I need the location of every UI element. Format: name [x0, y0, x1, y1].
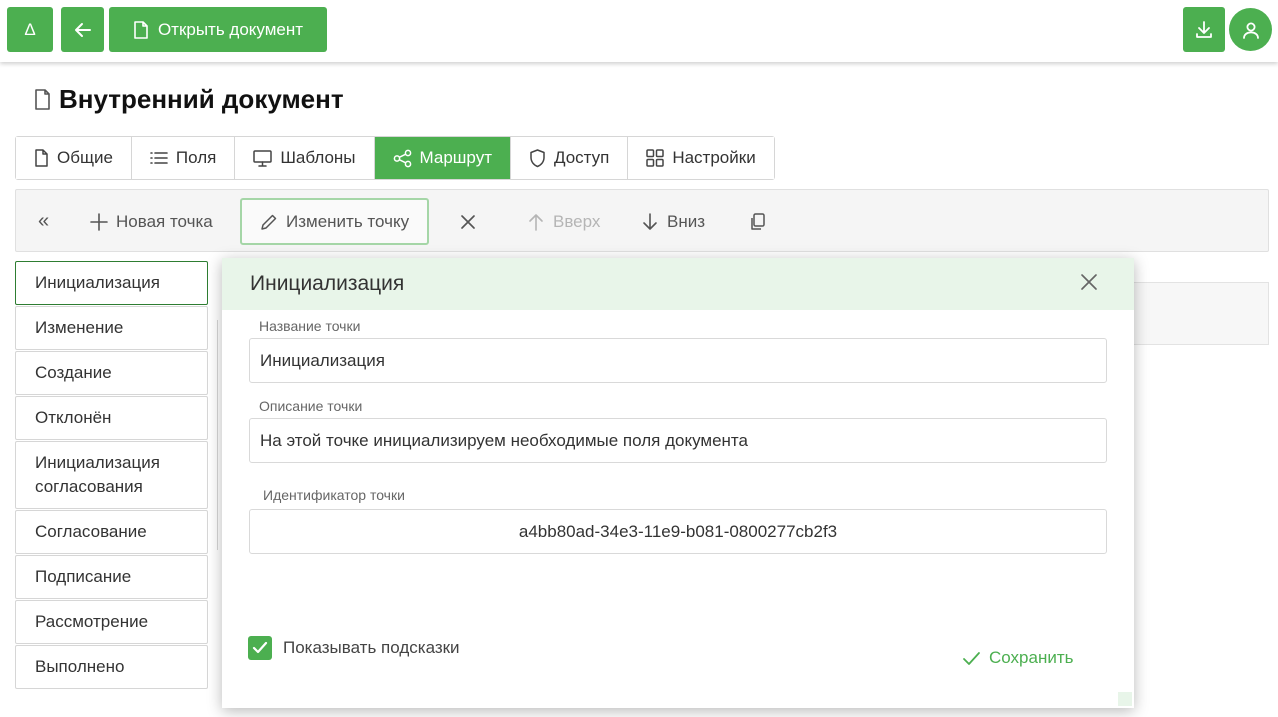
double-chevron-left-icon: «	[38, 210, 50, 232]
point-description-field[interactable]: На этой точке инициализируем необходимые…	[249, 418, 1107, 463]
delta-label: Δ	[24, 19, 36, 39]
point-name-label: Название точки	[259, 318, 361, 334]
open-document-label: Открыть документ	[157, 19, 304, 39]
plus-icon	[90, 212, 108, 231]
monitor-icon	[253, 149, 273, 167]
list-item[interactable]: Создание	[15, 351, 208, 395]
top-bar: Δ Открыть документ	[0, 0, 1278, 62]
point-description-label: Описание точки	[259, 398, 363, 414]
move-up-button[interactable]: Вверх	[527, 200, 600, 243]
tab-fields[interactable]: Поля	[131, 137, 236, 179]
save-label: Сохранить	[989, 648, 1074, 667]
page-title: Внутренний документ	[34, 84, 344, 115]
point-name-field[interactable]: Инициализация	[249, 338, 1107, 383]
list-item-label: Создание	[35, 363, 112, 382]
checkmark-icon	[252, 641, 268, 654]
copy-button[interactable]	[749, 200, 766, 243]
tab-fields-label: Поля	[175, 148, 217, 167]
collapse-button[interactable]: «	[38, 200, 49, 243]
list-item[interactable]: Рассмотрение	[15, 600, 208, 644]
resize-handle[interactable]	[1118, 692, 1132, 706]
point-name-value: Инициализация	[260, 350, 385, 370]
tab-route-label: Маршрут	[419, 148, 492, 167]
tab-route[interactable]: Маршрут	[374, 137, 511, 179]
back-button[interactable]	[61, 7, 104, 52]
point-id-field[interactable]: a4bb80ad-34e3-11e9-b081-0800277cb2f3	[249, 509, 1107, 554]
page-title-text: Внутренний документ	[59, 84, 344, 114]
close-icon	[461, 214, 475, 229]
delete-point-button[interactable]	[460, 200, 476, 243]
route-points-list: Инициализация Изменение Создание Отклонё…	[15, 261, 208, 690]
list-item-label: Подписание	[35, 567, 132, 586]
show-hints-label: Показывать подсказки	[283, 638, 460, 657]
list-item-label: Инициализация согласования	[35, 453, 160, 496]
new-point-label: Новая точка	[116, 211, 213, 231]
tab-templates-label: Шаблоны	[280, 148, 356, 167]
open-document-button[interactable]: Открыть документ	[109, 7, 327, 52]
show-hints-checkbox[interactable]: Показывать подсказки	[248, 636, 460, 660]
move-down-button[interactable]: Вниз	[641, 200, 705, 243]
tab-settings-label: Настройки	[672, 148, 756, 167]
arrow-down-icon	[643, 212, 657, 230]
tab-bar: Общие Поля Шаблоны Маршрут Доступ Настро…	[15, 136, 775, 180]
list-item-label: Инициализация	[35, 273, 160, 292]
list-item[interactable]: Согласование	[15, 510, 208, 554]
list-item[interactable]: Подписание	[15, 555, 208, 599]
checkmark-icon	[963, 651, 980, 665]
checkbox-checked[interactable]	[248, 636, 272, 660]
edit-point-dialog: Инициализация Название точки Инициализац…	[222, 258, 1134, 708]
download-button[interactable]	[1183, 7, 1225, 52]
user-icon	[1242, 22, 1259, 39]
point-id-value: a4bb80ad-34e3-11e9-b081-0800277cb2f3	[518, 521, 838, 541]
tab-settings[interactable]: Настройки	[628, 137, 774, 179]
list-icon	[150, 152, 168, 164]
save-button[interactable]: Сохранить	[962, 648, 1073, 668]
dialog-close-button[interactable]	[1080, 273, 1098, 297]
list-item[interactable]: Отклонён	[15, 396, 208, 440]
copy-icon	[751, 212, 765, 230]
point-id-label: Идентификатор точки	[263, 487, 405, 503]
pencil-icon	[261, 214, 277, 230]
dialog-title: Инициализация	[250, 272, 405, 295]
dialog-header: Инициализация	[222, 258, 1134, 310]
tab-templates[interactable]: Шаблоны	[235, 137, 375, 179]
move-up-label: Вверх	[553, 211, 601, 231]
download-icon	[1196, 20, 1212, 38]
edit-point-label: Изменить точку	[286, 211, 410, 231]
list-item[interactable]: Выполнено	[15, 645, 208, 689]
shield-icon	[530, 148, 545, 167]
tab-access[interactable]: Доступ	[510, 137, 629, 179]
close-icon	[1081, 274, 1097, 290]
user-avatar-button[interactable]	[1229, 8, 1272, 51]
background-panel	[1133, 282, 1269, 345]
arrow-up-icon	[529, 213, 543, 231]
grid-icon	[646, 149, 665, 167]
list-item[interactable]: Инициализация	[15, 261, 208, 305]
tab-access-label: Доступ	[553, 148, 610, 167]
list-item-label: Рассмотрение	[35, 612, 149, 631]
list-item-label: Выполнено	[35, 657, 125, 676]
point-description-value: На этой точке инициализируем необходимые…	[260, 430, 748, 450]
list-item-label: Изменение	[35, 318, 124, 337]
list-item-label: Согласование	[35, 522, 147, 541]
route-toolbar: « Новая точка Изменить точку Вверх Вниз	[15, 189, 1269, 252]
delta-button[interactable]: Δ	[7, 7, 53, 52]
arrow-left-icon	[74, 22, 91, 37]
document-icon	[35, 149, 48, 167]
tab-general[interactable]: Общие	[16, 137, 132, 179]
document-icon	[35, 89, 50, 110]
document-icon	[134, 20, 148, 39]
share-icon	[393, 149, 411, 167]
list-item-label: Отклонён	[35, 408, 112, 427]
list-item[interactable]: Инициализация согласования	[15, 441, 208, 509]
list-item[interactable]: Изменение	[15, 306, 208, 350]
edit-point-button[interactable]: Изменить точку	[240, 198, 430, 245]
new-point-button[interactable]: Новая точка	[90, 200, 213, 243]
move-down-label: Вниз	[667, 211, 706, 231]
tab-general-label: Общие	[57, 148, 113, 167]
